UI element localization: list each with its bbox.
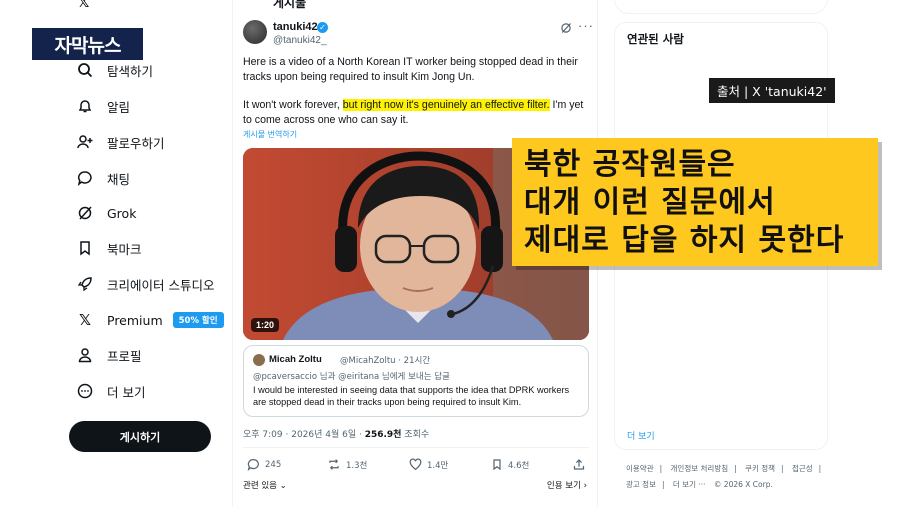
avatar xyxy=(253,354,265,366)
grok-icon xyxy=(76,204,94,222)
copyright: © 2026 X Corp. xyxy=(713,480,773,489)
caption-line: 북한 공작원들은 xyxy=(524,147,736,182)
sidebar-item-creator-studio[interactable]: 크리에이터 스튜디오 xyxy=(76,272,214,296)
divider xyxy=(243,447,589,448)
quoted-tweet[interactable]: Micah Zoltu @MicahZoltu · 21시간 @pcaversa… xyxy=(243,345,589,417)
related-people-title: 연관된 사람 xyxy=(627,32,684,46)
repost-icon xyxy=(329,459,339,470)
bookmark-icon xyxy=(76,239,94,257)
like-count: 1.4만 xyxy=(427,460,449,471)
footer-link-accessibility[interactable]: 접근성 xyxy=(792,464,813,473)
left-sidebar: 𝕏 탐색하기 알림 팔로우하기 채팅 Grok 북마크 크리에이터 스튜디오 𝕏… xyxy=(0,0,232,507)
sidebar-item-premium[interactable]: 𝕏 Premium 50% 할인 xyxy=(76,308,224,332)
sidebar-item-label: Premium xyxy=(107,312,163,328)
discount-badge: 50% 할인 xyxy=(172,312,224,328)
author-handle[interactable]: @tanuki42_ xyxy=(273,35,327,46)
sidebar-item-label: 북마크 xyxy=(107,241,142,257)
timestamp-text: 오후 7:09 · 2026년 4월 6일 · xyxy=(243,430,365,440)
tweet-text-paragraph-1: Here is a video of a North Korean IT wor… xyxy=(243,56,578,83)
rocket-icon xyxy=(76,275,94,293)
sidebar-item-label: 팔로우하기 xyxy=(107,135,165,151)
quote-author-name: Micah Zoltu xyxy=(269,354,322,365)
footer-links: 이용약관 | 개인정보 처리방침 | 쿠키 정책 | 접근성 | 광고 정보 | 더 보기… xyxy=(626,464,822,489)
page-title: 게시물 xyxy=(273,0,307,10)
sidebar-item-label: 알림 xyxy=(107,99,131,115)
tweet-text-plain: It won't work forever, xyxy=(243,99,343,111)
related-sort[interactable]: 관련 있음 ⌄ xyxy=(243,479,287,491)
sidebar-item-label: 탐색하기 xyxy=(107,63,154,79)
footer-link-more[interactable]: 더 보기 ··· xyxy=(673,480,706,489)
sidebar-item-more[interactable]: 더 보기 xyxy=(76,379,145,403)
caption-line: 대개 이런 질문에서 xyxy=(524,185,776,220)
reply-count: 245 xyxy=(265,459,282,470)
highlighted-text: but right now it's genuinely an effectiv… xyxy=(342,99,550,111)
sidebar-item-label: 더 보기 xyxy=(107,384,146,400)
tweet-timestamp: 오후 7:09 · 2026년 4월 6일 · 256.9천 조회수 xyxy=(243,427,429,440)
footer-link-terms[interactable]: 이용약관 xyxy=(626,464,654,473)
more-circle-icon xyxy=(76,382,94,400)
sidebar-item-follow[interactable]: 팔로우하기 xyxy=(76,130,165,154)
search-icon xyxy=(76,61,94,79)
sidebar-item-chat[interactable]: 채팅 xyxy=(76,166,130,190)
avatar[interactable] xyxy=(243,20,267,44)
sidebar-item-profile[interactable]: 프로필 xyxy=(76,343,142,367)
search-input[interactable] xyxy=(614,0,828,14)
bookmark-button[interactable]: 4.6천 xyxy=(491,458,529,471)
post-button[interactable]: 게시하기 xyxy=(69,421,211,452)
like-button[interactable]: 1.4만 xyxy=(409,458,448,471)
quote-reply-to: @pcaversaccio 님과 @eiritana 님에게 보내는 답글 xyxy=(253,372,450,382)
heart-icon xyxy=(409,458,422,471)
sidebar-item-grok[interactable]: Grok xyxy=(76,201,136,225)
chevron-down-icon: ⌄ xyxy=(276,481,287,491)
quote-meta: @MicahZoltu · 21시간 xyxy=(340,356,431,366)
person-add-icon xyxy=(76,133,94,151)
related-sort-label: 관련 있음 xyxy=(243,481,277,491)
x-logo-icon: 𝕏 xyxy=(78,312,92,329)
grok-icon[interactable] xyxy=(560,21,572,39)
view-quotes-label: 인용 보기 xyxy=(546,481,581,491)
news-caption: 북한 공작원들은 대개 이런 질문에서 제대로 답을 하지 못한다 xyxy=(512,138,878,266)
x-logo-icon[interactable]: 𝕏 xyxy=(78,0,89,11)
share-icon xyxy=(573,459,585,470)
sidebar-item-label: 채팅 xyxy=(107,171,131,187)
verified-badge-icon: ✓ xyxy=(317,22,328,33)
author-name[interactable]: tanuki42 xyxy=(273,21,318,33)
video-duration: 1:20 xyxy=(251,318,280,332)
chevron-right-icon: › xyxy=(580,481,587,491)
sidebar-item-label: Grok xyxy=(107,205,137,221)
reply-icon xyxy=(247,459,259,471)
bookmark-icon xyxy=(493,459,501,471)
view-quotes-link[interactable]: 인용 보기 › xyxy=(547,479,587,491)
news-logo: 자막뉴스 xyxy=(30,26,145,62)
more-options-icon[interactable]: ··· xyxy=(578,18,594,33)
footer-link-privacy[interactable]: 개인정보 처리방침 xyxy=(671,464,729,473)
footer-link-ads[interactable]: 광고 정보 xyxy=(626,480,656,489)
view-count: 256.9천 xyxy=(364,430,402,440)
repost-button[interactable]: 1.3천 xyxy=(327,458,367,471)
source-label: 출처 | X 'tanuki42' xyxy=(708,77,836,104)
reply-button[interactable]: 245 xyxy=(247,458,281,471)
profile-icon xyxy=(76,346,94,364)
translate-link[interactable]: 게시물 번역하기 xyxy=(243,129,297,140)
footer-link-cookies[interactable]: 쿠키 정책 xyxy=(745,464,775,473)
show-more-link[interactable]: 더 보기 xyxy=(627,429,655,442)
views-label: 조회수 xyxy=(401,430,430,440)
bookmark-count: 4.6천 xyxy=(508,460,530,471)
quote-text: I would be interested in seeing data tha… xyxy=(253,385,570,407)
sidebar-item-bookmarks[interactable]: 북마크 xyxy=(76,236,142,260)
caption-line: 제대로 답을 하지 못한다 xyxy=(524,223,845,258)
share-button[interactable] xyxy=(573,458,590,471)
chat-icon xyxy=(76,169,94,187)
sidebar-item-label: 프로필 xyxy=(107,348,142,364)
bell-icon xyxy=(76,97,94,115)
sidebar-item-label: 크리에이터 스튜디오 xyxy=(107,277,215,293)
repost-count: 1.3천 xyxy=(346,460,368,471)
sidebar-item-notifications[interactable]: 알림 xyxy=(76,94,130,118)
tweet-text-paragraph-2: It won't work forever, but right now it'… xyxy=(243,98,589,128)
